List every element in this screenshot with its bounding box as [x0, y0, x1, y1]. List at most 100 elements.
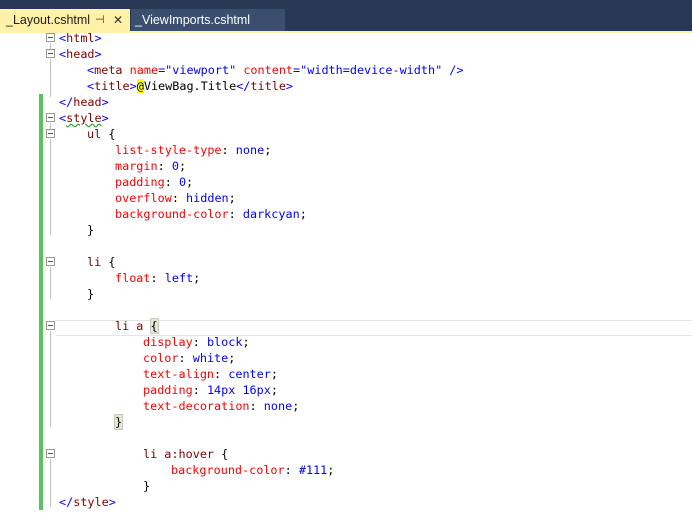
code-token: list-style-type — [115, 143, 222, 157]
code-token: ; — [327, 463, 335, 477]
code-token: style — [73, 495, 109, 509]
code-line-6: <style> — [59, 110, 109, 126]
code-line-2: <head> — [59, 46, 102, 62]
code-line-22: text-align: center; — [143, 366, 278, 382]
code-token: > — [101, 111, 109, 125]
pin-icon[interactable]: ⊣ — [95, 9, 105, 31]
code-token: head — [66, 47, 95, 61]
code-token: li a — [115, 319, 144, 333]
code-line-19: li a { — [115, 318, 159, 334]
code-token: : — [171, 191, 187, 205]
code-token: </ — [59, 95, 74, 109]
tab-layout-cshtml[interactable]: _Layout.cshtml ⊣ ✕ — [0, 9, 130, 31]
code-token: : — [221, 143, 236, 157]
code-token: head — [73, 95, 102, 109]
code-token: ; — [228, 191, 236, 205]
code-line-17: } — [87, 286, 94, 302]
code-token: left — [164, 271, 194, 285]
code-line-24: text-decoration: none; — [143, 398, 299, 414]
code-token: /> — [442, 63, 464, 77]
editor-gutter — [0, 33, 44, 513]
code-token: li a:hover — [143, 447, 215, 461]
code-line-8: list-style-type: none; — [115, 142, 271, 158]
code-token: background-color — [171, 463, 285, 477]
code-line-15: li { — [87, 254, 115, 270]
code-token: : — [284, 463, 299, 477]
code-token: : — [192, 383, 207, 397]
collapse-head-icon[interactable] — [46, 49, 55, 58]
code-token: text-decoration — [143, 399, 250, 413]
code-token: : — [157, 159, 172, 173]
collapse-style-icon[interactable] — [46, 113, 55, 122]
code-token: > — [285, 79, 294, 93]
collapse-html-icon[interactable] — [46, 33, 55, 42]
code-token: ; — [242, 335, 250, 349]
collapse-ul-icon[interactable] — [46, 129, 55, 138]
document-tab-bar: _Layout.cshtml ⊣ ✕ _ViewImports.cshtml — [0, 0, 692, 31]
code-token: none — [263, 399, 293, 413]
code-editor[interactable]: <html> <head> <meta name="viewport" cont… — [0, 30, 692, 513]
code-line-29: } — [143, 478, 150, 494]
code-token: ViewBag.Title — [143, 79, 237, 93]
code-token: ; — [186, 175, 194, 189]
code-line-27: li a:hover { — [143, 446, 228, 462]
code-line-16: float: left; — [115, 270, 200, 286]
tab-viewimports-cshtml[interactable]: _ViewImports.cshtml — [131, 9, 285, 31]
code-token: meta — [94, 63, 123, 77]
code-token: ; — [270, 383, 278, 397]
collapse-li-a-icon[interactable] — [46, 321, 55, 330]
code-token: { — [101, 255, 116, 269]
code-token: block — [206, 335, 243, 349]
code-token: : — [164, 175, 179, 189]
code-token: ; — [178, 159, 187, 173]
code-token: background-color — [115, 207, 229, 221]
code-line-11: overflow: hidden; — [115, 190, 236, 206]
code-token: } — [143, 479, 151, 493]
code-line-3: <meta name="viewport" content="width=dev… — [87, 62, 464, 78]
tab-label: _Layout.cshtml — [6, 13, 91, 27]
change-indicator — [39, 110, 43, 510]
code-token: center — [228, 367, 271, 381]
fold-guide — [50, 267, 51, 299]
fold-guide — [50, 459, 51, 507]
code-token: overflow — [115, 191, 172, 205]
fold-guide — [50, 139, 51, 235]
code-token: #111 — [298, 463, 328, 477]
code-token: } — [87, 223, 95, 237]
code-token: hidden — [186, 191, 229, 205]
code-token: text-align — [143, 367, 215, 381]
fold-guide — [50, 59, 51, 97]
code-token: > — [129, 79, 137, 93]
code-token: margin — [115, 159, 158, 173]
code-token: name — [129, 63, 159, 77]
code-token: style — [66, 111, 102, 125]
code-line-23: padding: 14px 16px; — [143, 382, 278, 398]
code-token: : — [150, 271, 165, 285]
code-token: </ — [59, 495, 74, 509]
code-token: > — [94, 31, 102, 45]
code-token: { — [214, 447, 229, 461]
code-line-7: ul { — [87, 126, 115, 142]
code-line-20: display: block; — [143, 334, 250, 350]
code-token: ; — [264, 143, 272, 157]
code-token: padding — [143, 383, 193, 397]
collapse-li-a-hover-icon[interactable] — [46, 449, 55, 458]
code-line-10: padding: 0; — [115, 174, 193, 190]
code-line-1: <html> — [59, 30, 102, 46]
code-token: : — [214, 367, 229, 381]
code-line-12: background-color: darkcyan; — [115, 206, 307, 222]
close-icon[interactable]: ✕ — [113, 9, 123, 31]
code-token: 0 — [171, 159, 179, 173]
code-token: color — [143, 351, 179, 365]
code-token: 14px 16px — [206, 383, 271, 397]
code-token: none — [235, 143, 265, 157]
code-token: html — [66, 31, 95, 45]
collapse-li-icon[interactable] — [46, 257, 55, 266]
code-token: title — [250, 79, 286, 93]
code-token: </ — [236, 79, 251, 93]
code-line-13: } — [87, 222, 94, 238]
code-token: > — [101, 95, 109, 109]
code-token: padding — [115, 175, 165, 189]
code-token: : — [192, 335, 207, 349]
